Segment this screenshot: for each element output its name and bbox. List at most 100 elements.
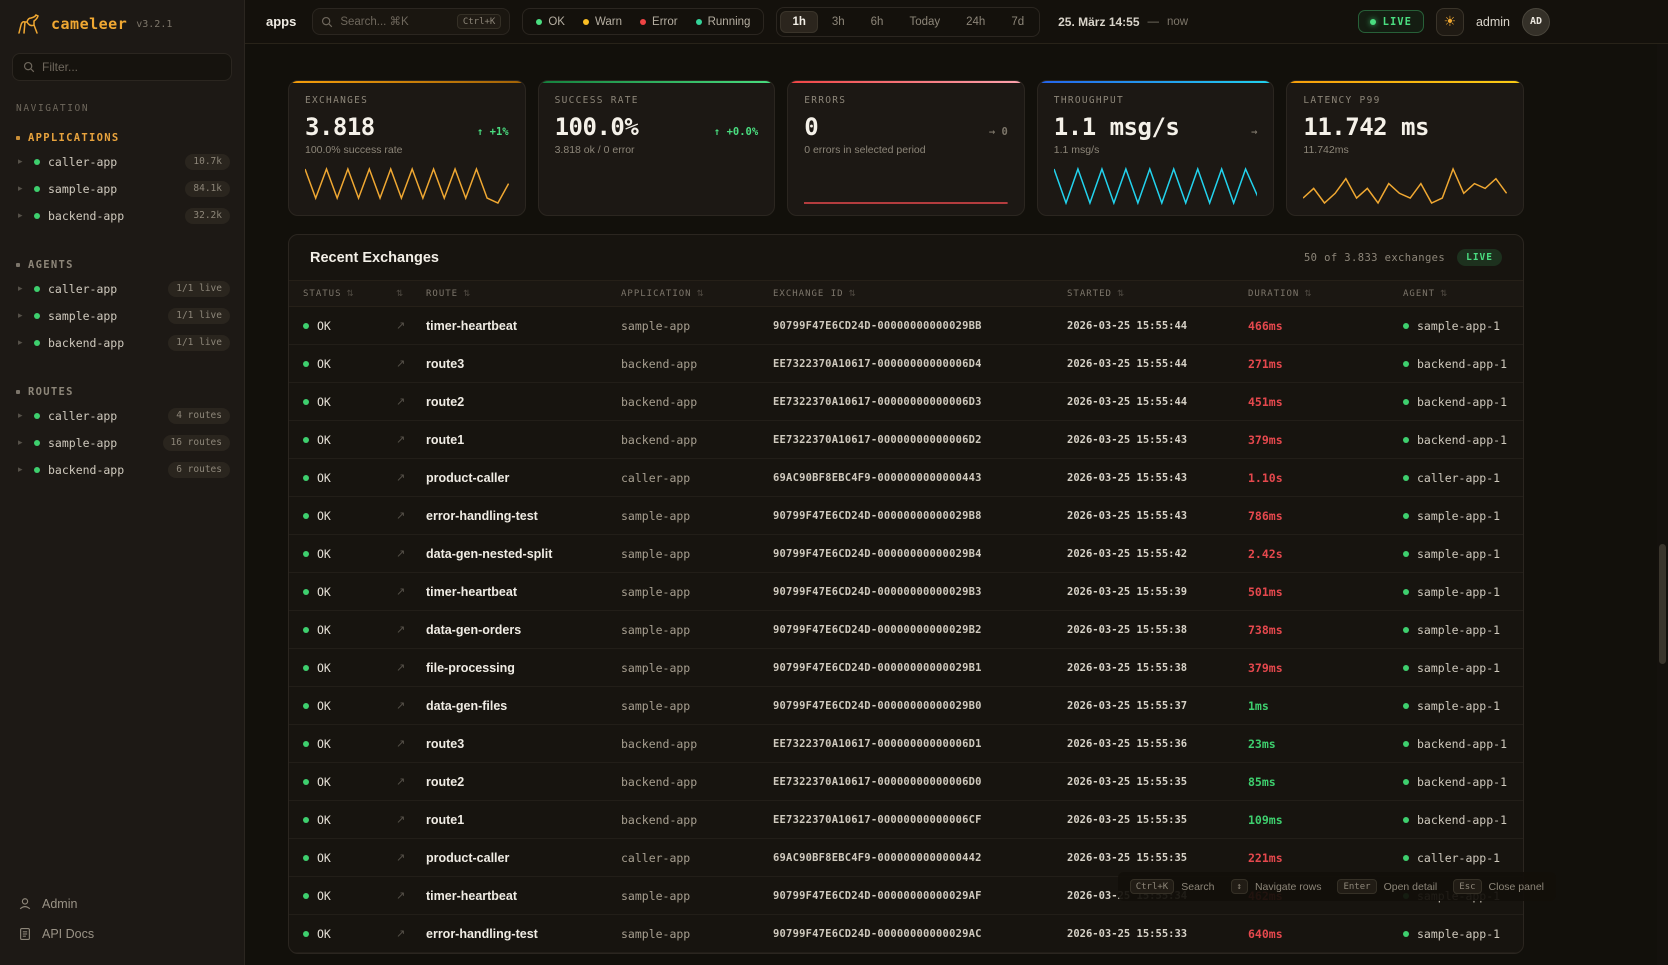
- status-filter-chip[interactable]: OK: [528, 12, 573, 31]
- agent-cell: sample-app-1: [1403, 927, 1509, 941]
- camel-logo-icon: [16, 13, 42, 35]
- open-exchange-icon[interactable]: ↗: [396, 737, 426, 750]
- agent-label: backend-app-1: [1417, 813, 1507, 827]
- stat-title: ERRORS: [804, 95, 1008, 106]
- section-title-applications[interactable]: APPLICATIONS: [0, 128, 244, 148]
- agent-live-dot: [1403, 475, 1409, 481]
- open-exchange-icon[interactable]: ↗: [396, 623, 426, 636]
- open-exchange-icon[interactable]: ↗: [396, 319, 426, 332]
- exchange-table-row[interactable]: OK ↗ data-gen-nested-split sample-app 90…: [289, 535, 1523, 573]
- global-search[interactable]: Ctrl+K: [312, 8, 510, 35]
- open-exchange-icon[interactable]: ↗: [396, 661, 426, 674]
- open-exchange-icon[interactable]: ↗: [396, 547, 426, 560]
- status-filter-chip[interactable]: Warn: [575, 12, 630, 31]
- column-header-route[interactable]: ROUTE⇅: [426, 289, 621, 299]
- exchange-table-row[interactable]: OK ↗ route1 backend-app EE7322370A10617-…: [289, 421, 1523, 459]
- status-cell: OK: [303, 547, 396, 561]
- sidebar-item-badge: 10.7k: [185, 154, 230, 170]
- exchange-table-row[interactable]: OK ↗ product-caller caller-app 69AC90BF8…: [289, 459, 1523, 497]
- started-cell: 2026-03-25 15:55:39: [1067, 586, 1248, 598]
- status-cell: OK: [303, 813, 396, 827]
- open-exchange-icon[interactable]: ↗: [396, 927, 426, 940]
- sidebar-item-agent[interactable]: ▸ sample-app 1/1 live: [0, 302, 244, 329]
- chip-label: Warn: [595, 16, 622, 28]
- live-toggle[interactable]: LIVE: [1358, 10, 1424, 33]
- stat-subtext: 100.0% success rate: [305, 144, 509, 156]
- open-exchange-icon[interactable]: ↗: [396, 585, 426, 598]
- column-header-application[interactable]: APPLICATION⇅: [621, 289, 773, 299]
- agent-live-dot: [1403, 817, 1409, 823]
- hint-label: Open detail: [1384, 881, 1438, 893]
- sidebar-link-admin[interactable]: Admin: [0, 889, 244, 919]
- exchange-table-row[interactable]: OK ↗ file-processing sample-app 90799F47…: [289, 649, 1523, 687]
- status-label: OK: [317, 319, 331, 333]
- status-filter-chip[interactable]: Running: [688, 12, 759, 31]
- time-range-button[interactable]: 6h: [859, 11, 896, 33]
- open-exchange-icon[interactable]: ↗: [396, 851, 426, 864]
- exchange-table-row[interactable]: OK ↗ error-handling-test sample-app 9079…: [289, 497, 1523, 535]
- sidebar-item-agent[interactable]: ▸ caller-app 1/1 live: [0, 275, 244, 302]
- agent-label: backend-app-1: [1417, 775, 1507, 789]
- sidebar-link-api-docs[interactable]: API Docs: [0, 919, 244, 949]
- global-search-input[interactable]: [340, 16, 449, 28]
- exchange-table-row[interactable]: OK ↗ timer-heartbeat sample-app 90799F47…: [289, 573, 1523, 611]
- open-exchange-icon[interactable]: ↗: [396, 813, 426, 826]
- sidebar-item-application[interactable]: ▸ caller-app 10.7k: [0, 148, 244, 175]
- exchange-table-row[interactable]: OK ↗ timer-heartbeat sample-app 90799F47…: [289, 307, 1523, 345]
- open-exchange-icon[interactable]: ↗: [396, 395, 426, 408]
- agent-label: sample-app-1: [1417, 699, 1500, 713]
- avatar[interactable]: AD: [1522, 8, 1550, 36]
- exchange-table-row[interactable]: OK ↗ route2 backend-app EE7322370A10617-…: [289, 763, 1523, 801]
- open-exchange-icon[interactable]: ↗: [396, 775, 426, 788]
- open-exchange-icon[interactable]: ↗: [396, 889, 426, 902]
- section-title-agents[interactable]: AGENTS: [0, 255, 244, 275]
- exchange-table-row[interactable]: OK ↗ data-gen-orders sample-app 90799F47…: [289, 611, 1523, 649]
- section-title-label: AGENTS: [28, 259, 74, 271]
- sidebar-item-agent[interactable]: ▸ backend-app 1/1 live: [0, 329, 244, 356]
- time-range-button[interactable]: 1h: [780, 11, 817, 33]
- open-exchange-icon[interactable]: ↗: [396, 433, 426, 446]
- exchange-table-row[interactable]: OK ↗ route3 backend-app EE7322370A10617-…: [289, 725, 1523, 763]
- status-filter-chip[interactable]: Error: [632, 12, 686, 31]
- chevron-right-icon: ▸: [18, 211, 26, 221]
- open-exchange-icon[interactable]: ↗: [396, 357, 426, 370]
- agent-live-dot: [1403, 703, 1409, 709]
- sidebar-filter-input[interactable]: [42, 60, 221, 74]
- open-exchange-icon[interactable]: ↗: [396, 471, 426, 484]
- sidebar-item-route[interactable]: ▸ caller-app 4 routes: [0, 402, 244, 429]
- sidebar-item-application[interactable]: ▸ backend-app 32.2k: [0, 202, 244, 229]
- agent-cell: sample-app-1: [1403, 547, 1509, 561]
- exchange-table-row[interactable]: OK ↗ route1 backend-app EE7322370A10617-…: [289, 801, 1523, 839]
- status-dot: [34, 413, 40, 419]
- exchange-table-row[interactable]: OK ↗ route2 backend-app EE7322370A10617-…: [289, 383, 1523, 421]
- sidebar-item-application[interactable]: ▸ sample-app 84.1k: [0, 175, 244, 202]
- column-header-started[interactable]: STARTED⇅: [1067, 289, 1248, 299]
- route-cell: route3: [426, 357, 621, 371]
- column-header-exchange-id[interactable]: EXCHANGE ID⇅: [773, 289, 1067, 299]
- section-title-routes[interactable]: ROUTES: [0, 382, 244, 402]
- exchange-table-row[interactable]: OK ↗ error-handling-test sample-app 9079…: [289, 915, 1523, 953]
- sidebar-item-route[interactable]: ▸ sample-app 16 routes: [0, 429, 244, 456]
- column-header-duration[interactable]: DURATION⇅: [1248, 289, 1403, 299]
- theme-toggle-button[interactable]: ☀: [1436, 8, 1464, 36]
- sidebar-item-route[interactable]: ▸ backend-app 6 routes: [0, 456, 244, 483]
- agent-cell: sample-app-1: [1403, 319, 1509, 333]
- time-range-button[interactable]: 7d: [999, 11, 1036, 33]
- time-range-button[interactable]: 24h: [954, 11, 997, 33]
- exchange-table-row[interactable]: OK ↗ route3 backend-app EE7322370A10617-…: [289, 345, 1523, 383]
- time-range-button[interactable]: 3h: [820, 11, 857, 33]
- agent-label: backend-app-1: [1417, 395, 1507, 409]
- column-header-agent[interactable]: AGENT⇅: [1403, 289, 1509, 299]
- sidebar-filter[interactable]: [12, 53, 232, 81]
- open-exchange-icon[interactable]: ↗: [396, 509, 426, 522]
- open-exchange-icon[interactable]: ↗: [396, 699, 426, 712]
- sidebar-item-label: sample-app: [48, 182, 177, 196]
- started-cell: 2026-03-25 15:55:43: [1067, 510, 1248, 522]
- agent-label: sample-app-1: [1417, 319, 1500, 333]
- column-header-status[interactable]: STATUS⇅: [303, 289, 396, 299]
- scrollbar-thumb[interactable]: [1659, 544, 1666, 664]
- sidebar-item-badge: 84.1k: [185, 181, 230, 197]
- time-range-button[interactable]: Today: [897, 11, 952, 33]
- agent-label: backend-app-1: [1417, 737, 1507, 751]
- exchange-table-row[interactable]: OK ↗ data-gen-files sample-app 90799F47E…: [289, 687, 1523, 725]
